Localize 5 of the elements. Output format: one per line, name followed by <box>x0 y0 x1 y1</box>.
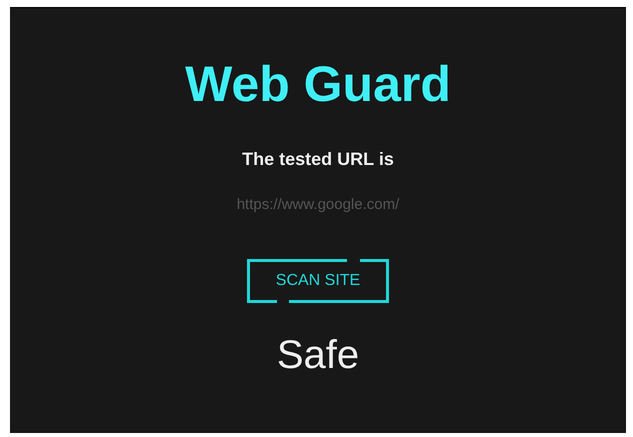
tested-url: https://www.google.com/ <box>236 196 400 214</box>
app-title: Web Guard <box>185 56 451 112</box>
url-label: The tested URL is <box>242 148 394 170</box>
scan-site-button[interactable]: SCAN SITE <box>247 259 389 303</box>
scan-result: Safe <box>276 333 360 377</box>
